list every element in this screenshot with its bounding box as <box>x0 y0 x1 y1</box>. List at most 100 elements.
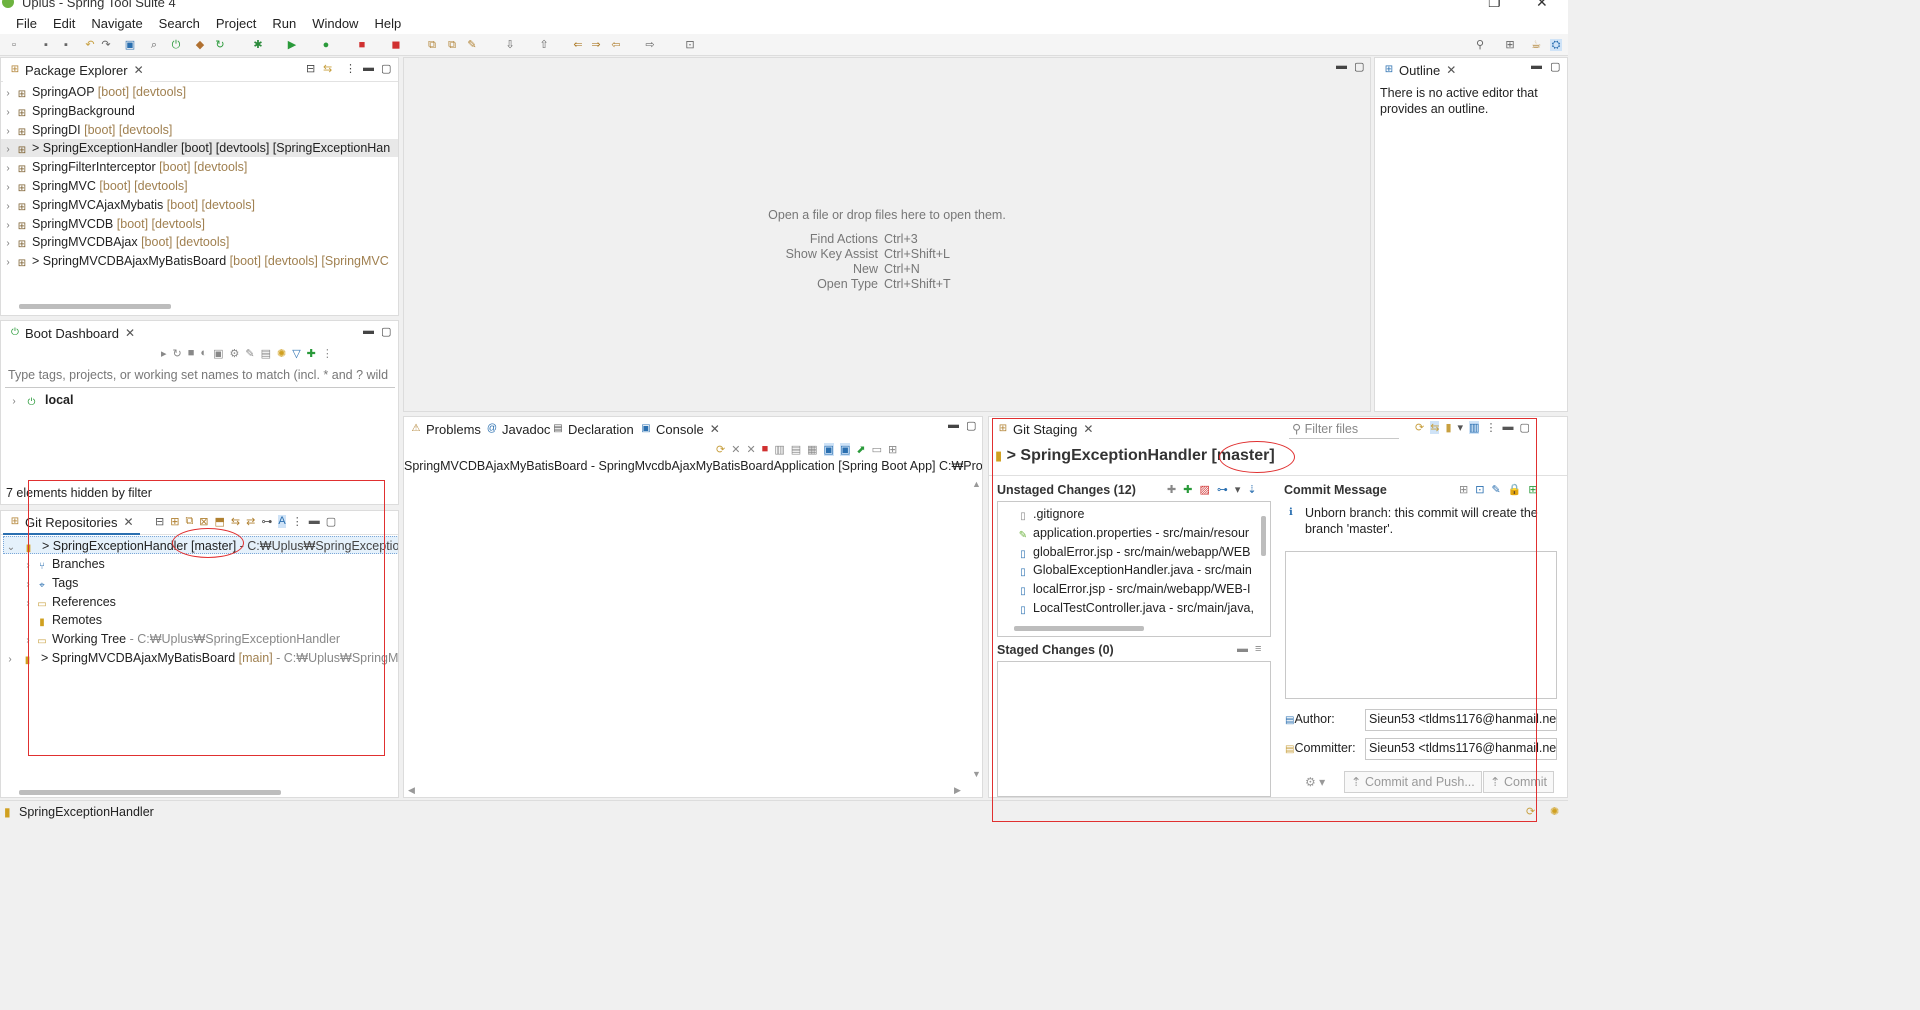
unstage-icon[interactable]: ▬ <box>1237 643 1248 655</box>
project-row[interactable]: › ⊞ SpringBackground <box>1 102 398 120</box>
unstaged-file-row[interactable]: ▯ localError.jsp - src/main/webapp/WEB-I <box>1016 580 1264 598</box>
minimize-icon[interactable]: ▬ <box>363 325 374 337</box>
stop-icon[interactable]: ■ <box>188 347 195 360</box>
stage-all-icon[interactable]: ✚ <box>1183 483 1192 496</box>
maximize-icon[interactable]: ▢ <box>381 62 391 75</box>
bulb-icon[interactable]: ✺ <box>1550 805 1559 818</box>
expand-icon[interactable]: › <box>1 198 15 216</box>
open-type-icon[interactable]: ⧉ <box>426 39 438 51</box>
scroll-left-icon[interactable]: ◀ <box>408 785 415 796</box>
menu-window[interactable]: Window <box>304 16 366 31</box>
dropdown-icon[interactable]: ▾ <box>1458 421 1464 434</box>
unstaged-file-row[interactable]: ▯ .gitignore <box>1016 505 1264 523</box>
tab-problems[interactable]: ⚠ Problems <box>404 417 487 441</box>
horizontal-scrollbar[interactable] <box>19 304 171 309</box>
project-row[interactable]: › ⊞ > SpringExceptionHandler [boot] [devto… <box>1 139 398 159</box>
spring-perspective-icon[interactable]: ⛭ <box>1550 39 1562 51</box>
run-icon[interactable]: ▶ <box>286 39 298 51</box>
minimize-icon[interactable]: ▬ <box>363 62 374 74</box>
tab-boot-dashboard[interactable]: ⏻ Boot Dashboard ✕ <box>3 321 142 345</box>
pin-editor-icon[interactable]: ⊡ <box>684 39 696 51</box>
minimize-icon[interactable]: ▬ <box>1531 60 1542 72</box>
pen-icon[interactable]: ✎ <box>466 39 478 51</box>
dropdown-icon[interactable]: ▾ <box>1235 483 1241 496</box>
run-external-icon[interactable]: ● <box>320 39 332 51</box>
add-icon[interactable]: ✚ <box>307 347 316 360</box>
close-icon[interactable]: ✕ <box>710 422 720 436</box>
show-stdout-icon[interactable]: ▣ <box>823 443 834 456</box>
tab-outline[interactable]: ⊞ Outline ✕ <box>1377 58 1463 82</box>
amend-icon[interactable]: ⊡ <box>1475 483 1484 496</box>
menu-run[interactable]: Run <box>264 16 304 31</box>
clone-repo-icon[interactable]: ⧉ <box>185 515 193 528</box>
stop-icon[interactable]: ■ <box>356 39 368 51</box>
history-icon[interactable]: ⊞ <box>1459 483 1468 496</box>
repo-child-row[interactable]: › ⌖ Tags <box>21 574 78 592</box>
minimize-icon[interactable]: ▬ <box>948 419 959 431</box>
console-icon[interactable]: ▣ <box>213 347 223 360</box>
filter-files-input[interactable]: ⚲ Filter files <box>1289 419 1399 439</box>
view-menu-icon[interactable]: ⋮ <box>1485 421 1496 434</box>
link-selection-icon[interactable]: ⇆ <box>1430 421 1440 434</box>
close-icon[interactable]: ✕ <box>134 63 144 77</box>
sync-icon[interactable]: ⟳ <box>1526 805 1535 818</box>
fetch-icon[interactable]: ⇆ <box>231 515 240 528</box>
sort-icon[interactable]: ⇣ <box>1247 483 1256 496</box>
import-icon[interactable]: ⬒ <box>215 515 225 528</box>
project-row[interactable]: › ⊞ SpringMVCDB [boot] [devtools] <box>1 215 398 233</box>
project-row[interactable]: › ⊞ SpringMVCDBAjax [boot] [devtools] <box>1 233 398 251</box>
discard-icon[interactable]: ▨ <box>1199 483 1209 496</box>
relaunch-icon[interactable]: ⟳ <box>716 443 725 456</box>
filter-icon[interactable]: ▽ <box>292 347 300 360</box>
expand-icon[interactable]: › <box>1 160 15 178</box>
close-icon[interactable]: ✕ <box>1083 422 1093 436</box>
properties-icon[interactable]: ⚙ <box>229 347 239 360</box>
display-console-icon[interactable]: ▭ <box>872 443 882 456</box>
remove-all-icon[interactable]: ✕ <box>746 443 755 456</box>
vertical-scrollbar[interactable] <box>1261 516 1266 556</box>
project-row[interactable]: › ⊞ SpringDI [boot] [devtools] <box>1 121 398 139</box>
back-icon[interactable]: ⇦ <box>610 39 622 51</box>
open-console-icon[interactable]: ⊞ <box>888 443 897 456</box>
repo-select-icon[interactable]: ▮ <box>1445 421 1451 434</box>
open-task-icon[interactable]: ⧉ <box>446 39 458 51</box>
tab-javadoc[interactable]: @ Javadoc <box>480 417 556 441</box>
minimize-icon[interactable]: ▬ <box>1502 421 1513 434</box>
view-menu-icon[interactable]: ⋮ <box>292 515 303 528</box>
stage-selected-icon[interactable]: ✚ <box>1167 483 1176 496</box>
collapse-icon[interactable]: ⌄ <box>4 539 18 557</box>
expand-icon[interactable]: › <box>1 141 15 159</box>
maximize-icon[interactable]: ▢ <box>966 419 976 432</box>
maximize-icon[interactable]: ▢ <box>1550 60 1560 73</box>
bulb-icon[interactable]: ✺ <box>277 347 286 360</box>
undo-icon[interactable]: ↶ <box>84 39 96 51</box>
maximize-icon[interactable]: ❐ <box>1488 0 1501 11</box>
maximize-icon[interactable]: ▢ <box>1354 60 1364 73</box>
commit-message-input[interactable] <box>1285 551 1557 699</box>
expand-icon[interactable]: › <box>3 651 17 669</box>
unstaged-file-row[interactable]: ✎ application.properties - src/main/resou… <box>1016 524 1264 542</box>
scroll-right-icon[interactable]: ▶ <box>954 785 961 796</box>
terminate-icon[interactable]: ◼ <box>390 39 402 51</box>
committer-input[interactable]: Sieun53 <tldms1176@hanmail.ne <box>1365 738 1557 760</box>
expand-icon[interactable]: › <box>1 104 15 122</box>
repo-child-row[interactable]: › ▭ References <box>21 593 116 611</box>
terminal-icon[interactable]: ▣ <box>124 39 136 51</box>
start-icon[interactable]: ▸ <box>161 347 167 360</box>
next-annotation-icon[interactable]: ⇩ <box>504 39 516 51</box>
project-row[interactable]: › ⊞ SpringFilterInterceptor [boot] [devtoo… <box>1 158 398 176</box>
link-icon[interactable]: ⇄ <box>246 515 255 528</box>
last-edit-icon[interactable]: ⇐ <box>572 39 584 51</box>
restart-icon[interactable]: ↻ <box>173 347 182 360</box>
expand-icon[interactable]: › <box>21 595 35 613</box>
vertical-scrollbar[interactable]: ▲ ▼ <box>970 479 982 779</box>
expand-icon[interactable]: › <box>21 557 35 575</box>
commit-button[interactable]: ⇡ Commit <box>1483 771 1555 793</box>
menu-project[interactable]: Project <box>208 16 264 31</box>
dashboard-filter-input[interactable]: Type tags, projects, or working set name… <box>5 366 395 388</box>
horizontal-scrollbar[interactable] <box>1014 626 1144 631</box>
tab-declaration[interactable]: ▤ Declaration <box>546 417 640 441</box>
search-icon[interactable]: ⚲ <box>1474 39 1486 51</box>
view-menu-icon[interactable]: ⋮ <box>345 62 356 75</box>
terminate-icon[interactable]: ■ <box>762 443 769 456</box>
